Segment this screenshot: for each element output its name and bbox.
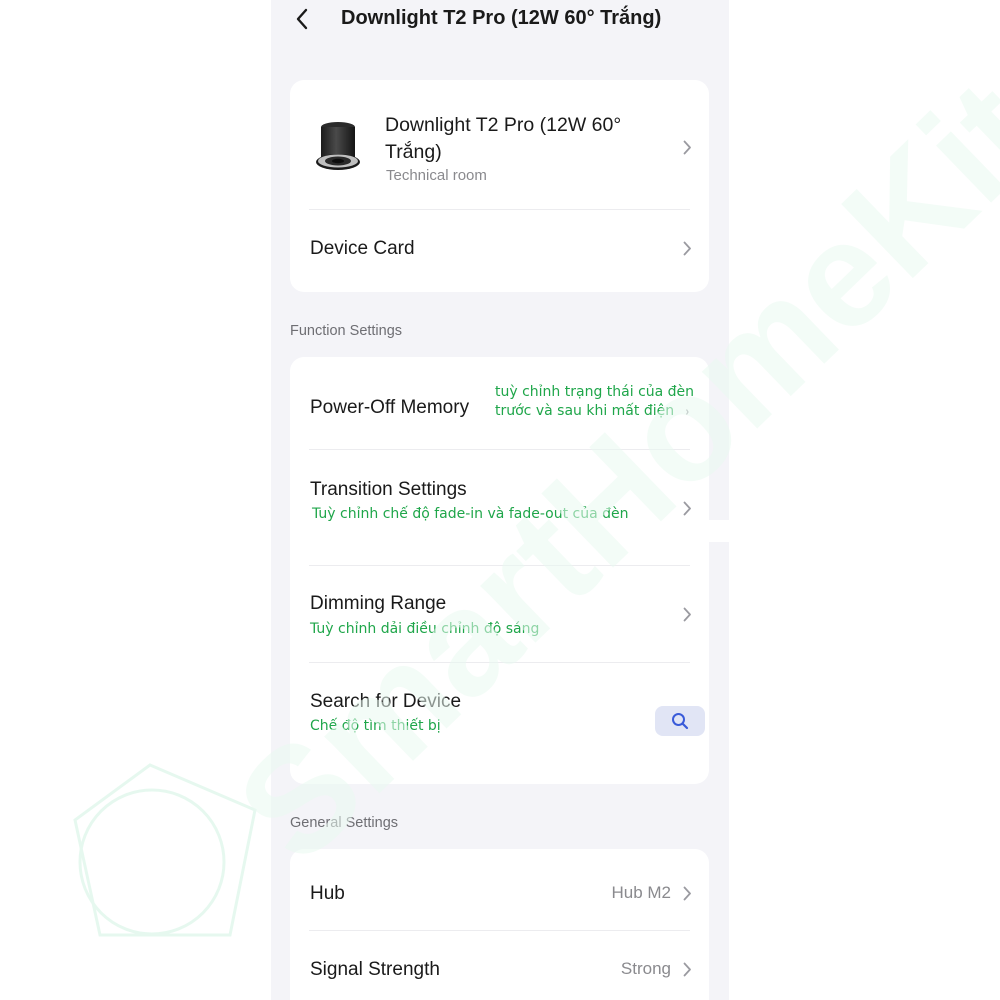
search-icon: [672, 713, 689, 730]
dimming-range-note: Tuỳ chỉnh dải điều chỉnh độ sáng: [310, 621, 540, 637]
search-device-button[interactable]: [655, 706, 705, 736]
hub-label: Hub: [310, 883, 345, 904]
signal-strength-row[interactable]: Signal Strength Strong: [290, 931, 709, 1000]
hub-value: Hub M2: [611, 883, 671, 902]
signal-strength-label: Signal Strength: [310, 959, 440, 980]
power-off-memory-row[interactable]: Power-Off Memory tuỳ chỉnh trạng thái củ…: [290, 357, 709, 449]
device-card-row[interactable]: Device Card: [290, 210, 709, 292]
page-title: Downlight T2 Pro (12W 60° Trắng): [341, 7, 662, 29]
search-for-device-row: Search for Device Chế độ tìm thiết bị: [290, 663, 709, 784]
search-for-device-label: Search for Device: [310, 691, 462, 712]
transition-settings-label: Transition Settings: [310, 479, 467, 500]
hub-row[interactable]: Hub Hub M2: [290, 849, 709, 929]
chevron-left-icon: [296, 8, 308, 30]
downlight-product-image: [316, 122, 360, 170]
chevron-right-icon: [681, 239, 693, 257]
screen-edge-patch: [709, 520, 729, 542]
function-settings-heading: Function Settings: [290, 323, 403, 339]
device-info-card: Downlight T2 Pro (12W 60° Trắng) Technic…: [290, 80, 709, 292]
chevron-right-icon: [681, 138, 693, 156]
chevron-right-icon: [681, 884, 693, 902]
dimming-range-label: Dimming Range: [310, 593, 447, 614]
dimming-range-row[interactable]: Dimming Range Tuỳ chỉnh dải điều chỉnh đ…: [290, 566, 709, 662]
device-detail-row[interactable]: Downlight T2 Pro (12W 60° Trắng) Technic…: [290, 80, 709, 208]
device-name: Downlight T2 Pro (12W 60° Trắng): [385, 114, 622, 163]
function-settings-card: Power-Off Memory tuỳ chỉnh trạng thái củ…: [290, 357, 709, 784]
device-card-label: Device Card: [310, 238, 415, 259]
chevron-right-icon: [681, 960, 693, 978]
chevron-right-icon: [681, 499, 693, 517]
transition-settings-row[interactable]: Transition Settings Tuỳ chỉnh chế độ fad…: [290, 450, 709, 564]
general-settings-card: Hub Hub M2 Signal Strength Strong: [290, 849, 709, 1000]
power-off-memory-note: tuỳ chỉnh trạng thái của đèn: [495, 384, 695, 400]
chevron-right-icon: [681, 605, 693, 623]
power-off-memory-note-2: trước và sau khi mất điện: [495, 403, 675, 419]
signal-strength-value: Strong: [620, 959, 671, 978]
chevron-right-icon: [685, 403, 689, 421]
transition-settings-note: Tuỳ chỉnh chế độ fade-in và fade-out của…: [312, 506, 629, 522]
watermark-hexagon-logo: [73, 763, 257, 937]
top-navigation-bar: Downlight T2 Pro (12W 60° Trắng): [271, 0, 729, 40]
general-settings-heading: General Settings: [290, 815, 399, 831]
back-button[interactable]: [291, 6, 313, 32]
power-off-memory-label: Power-Off Memory: [310, 397, 470, 418]
phone-screen: Downlight T2 Pro (12W 60° Trắng) Downlig…: [271, 0, 729, 1000]
device-room: Technical room: [386, 167, 487, 184]
watermark-circle-logo: [78, 788, 226, 936]
search-for-device-note: Chế độ tìm thiết bị: [310, 718, 441, 734]
